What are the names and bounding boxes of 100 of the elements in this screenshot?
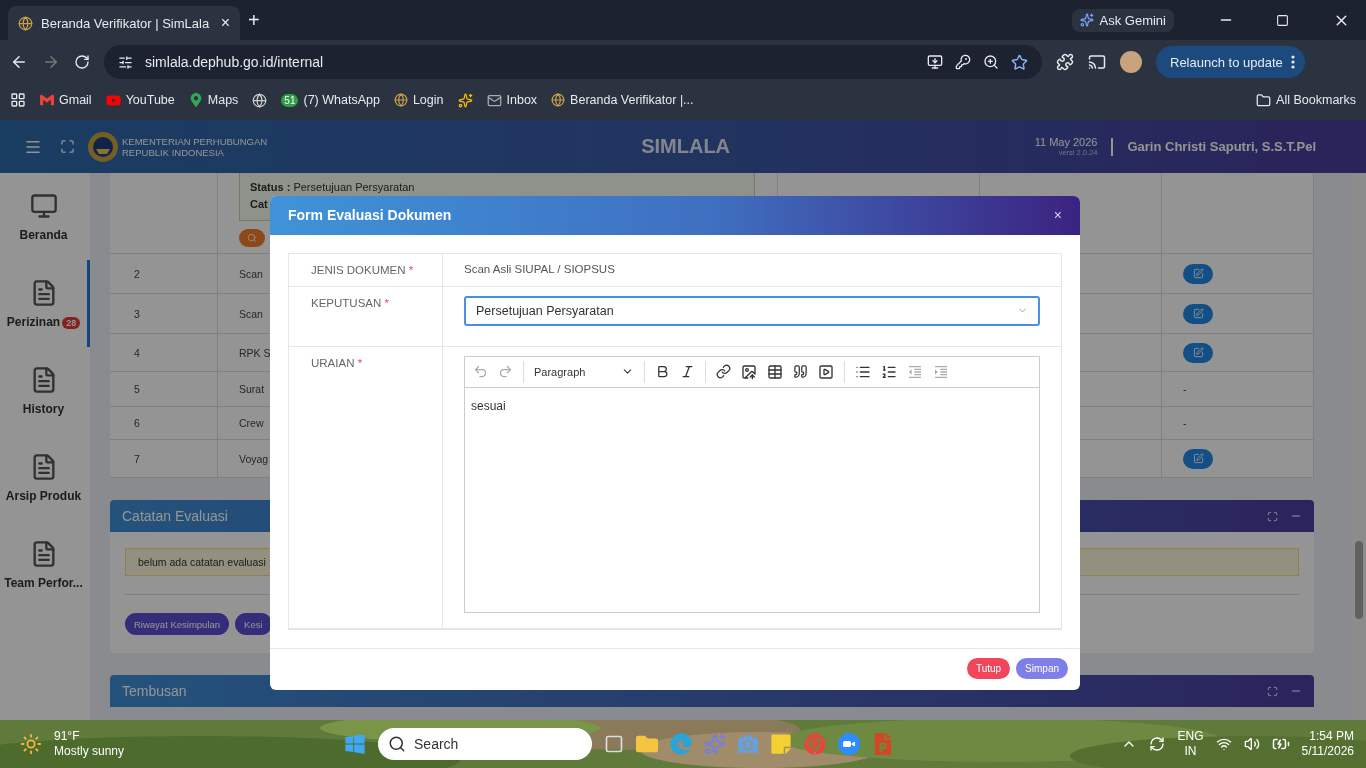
weather-icon — [20, 733, 42, 755]
globe-icon — [252, 92, 268, 108]
field-label: URAIAN * — [289, 346, 443, 629]
italic-icon[interactable] — [680, 364, 695, 380]
expand-icon[interactable] — [1267, 685, 1278, 697]
map-pin-icon — [188, 93, 203, 107]
restore-icon[interactable] — [1276, 13, 1289, 27]
count-badge: 28 — [62, 316, 81, 329]
all-bookmarks[interactable]: All Bookmarks — [1256, 92, 1356, 108]
monitor-icon — [29, 191, 58, 220]
volume-icon[interactable] — [1243, 736, 1260, 752]
app-title: SIMLALA — [641, 135, 731, 158]
key-icon[interactable] — [955, 54, 971, 70]
profile-avatar[interactable] — [1120, 51, 1142, 73]
sync-icon[interactable] — [1149, 736, 1166, 752]
reload-icon[interactable] — [74, 54, 90, 70]
image-upload-icon[interactable] — [741, 363, 757, 380]
back-icon[interactable] — [10, 53, 28, 71]
fullscreen-icon[interactable] — [60, 139, 75, 154]
folder-icon[interactable] — [636, 733, 659, 755]
org-name: REPUBLIK INDONESIA — [122, 146, 225, 158]
more-icon — [1290, 55, 1295, 69]
edit-button[interactable] — [1183, 303, 1213, 324]
site-settings-icon — [118, 54, 133, 70]
bookmark[interactable]: 51 (7) WhatsApp — [281, 93, 380, 107]
rich-text-editor[interactable]: Paragraph sesuai — [464, 355, 1040, 613]
globe-icon — [18, 15, 33, 31]
close-button[interactable]: Tutup — [966, 657, 1011, 679]
language-text: ENG — [1177, 729, 1204, 744]
field-label: JENIS DOKUMEN * — [289, 253, 443, 287]
tab-close[interactable]: × — [220, 14, 230, 32]
start-icon[interactable] — [344, 733, 367, 755]
url-text: simlala.dephub.go.id/internal — [145, 54, 324, 70]
bold-icon[interactable] — [655, 364, 670, 380]
table-cell: - — [1162, 407, 1314, 440]
field-label: KEPUTUSAN * — [289, 286, 443, 347]
cast-icon[interactable] — [1088, 53, 1106, 71]
extensions-icon[interactable] — [1056, 53, 1074, 71]
globe-icon — [393, 93, 408, 107]
search-field[interactable]: Search — [378, 728, 593, 760]
header-date: 11 May 2026 — [1034, 136, 1098, 148]
table-cell: 3 — [110, 294, 218, 334]
link-icon[interactable] — [716, 364, 731, 380]
whatsapp-badge: 51 — [281, 93, 299, 107]
user-name: Garin Christi Saputri, S.S.T.Pel — [1127, 139, 1316, 154]
table-icon[interactable] — [767, 363, 783, 380]
pill-button[interactable]: Riwayat Kesimpulan — [125, 613, 230, 635]
org-name: KEMENTERIAN PERHUBUNGAN — [122, 135, 268, 147]
bookmark-icon-button[interactable] — [457, 92, 473, 108]
apps-icon[interactable] — [10, 92, 26, 108]
zoom-icon[interactable] — [983, 54, 999, 70]
forward-icon[interactable] — [42, 53, 60, 71]
search-icon — [247, 233, 257, 243]
video-camera-app-icon[interactable] — [838, 733, 861, 755]
bookmark[interactable]: Maps — [188, 93, 239, 107]
tab-title: Beranda Verifikator | SimLala — [41, 15, 211, 31]
bookmark[interactable]: Gmail — [40, 93, 92, 107]
region-text: IN — [1184, 744, 1197, 759]
expand-icon[interactable] — [1267, 510, 1278, 522]
modal-title: Form Evaluasi Dokumen — [288, 207, 452, 224]
sparkle-icon — [1079, 13, 1094, 27]
install-icon[interactable] — [927, 54, 943, 70]
pinwheel-icon — [457, 92, 473, 108]
edit-icon — [1192, 453, 1204, 464]
edit-button[interactable] — [1183, 448, 1213, 469]
card-title: Tembusan — [122, 683, 187, 699]
table-cell: 4 — [110, 334, 218, 372]
edit-icon — [1192, 268, 1204, 279]
decision-select[interactable]: Persetujuan Persyaratan — [464, 295, 1040, 326]
edit-button[interactable] — [1183, 263, 1213, 284]
bookmark[interactable]: Inbox — [486, 92, 538, 108]
weather-text: Mostly sunny — [54, 744, 125, 759]
bookmark-icon-button[interactable] — [252, 92, 268, 108]
star-icon[interactable] — [1011, 53, 1028, 71]
bookmark[interactable]: Beranda Verifikator |... — [551, 93, 694, 107]
edit-icon — [1192, 347, 1204, 358]
pill-button[interactable]: Kesi — [235, 613, 272, 635]
edit-button[interactable] — [1183, 342, 1213, 363]
new-tab-button[interactable]: + — [248, 8, 260, 32]
globe-icon — [551, 93, 566, 107]
relaunch-button[interactable]: Relaunch to update — [1156, 46, 1305, 78]
numbered-list-icon[interactable] — [881, 363, 897, 380]
modal-close[interactable]: × — [1053, 207, 1062, 224]
sticky-note-icon[interactable] — [770, 733, 793, 755]
emblem-icon — [87, 130, 119, 163]
search-icon — [388, 735, 407, 753]
bookmark[interactable]: Login — [393, 93, 444, 107]
task-view-icon[interactable] — [604, 734, 625, 754]
folder-icon — [1256, 92, 1272, 108]
browser-tab[interactable]: Beranda Verifikator | SimLala × — [8, 6, 240, 40]
gmail-icon — [40, 93, 54, 107]
wifi-icon[interactable] — [1215, 736, 1232, 752]
clock-date: 5/11/2026 — [1301, 744, 1354, 759]
table-cell: 6 — [110, 407, 218, 440]
bookmark[interactable]: YouTube — [105, 92, 175, 108]
ask-gemini-button[interactable]: Ask Gemini — [1071, 8, 1174, 32]
media-icon[interactable] — [818, 363, 834, 380]
address-bar[interactable]: simlala.dephub.go.id/internal — [104, 45, 1042, 79]
quote-icon[interactable] — [793, 364, 808, 380]
card-title: Catatan Evaluasi — [122, 508, 228, 524]
